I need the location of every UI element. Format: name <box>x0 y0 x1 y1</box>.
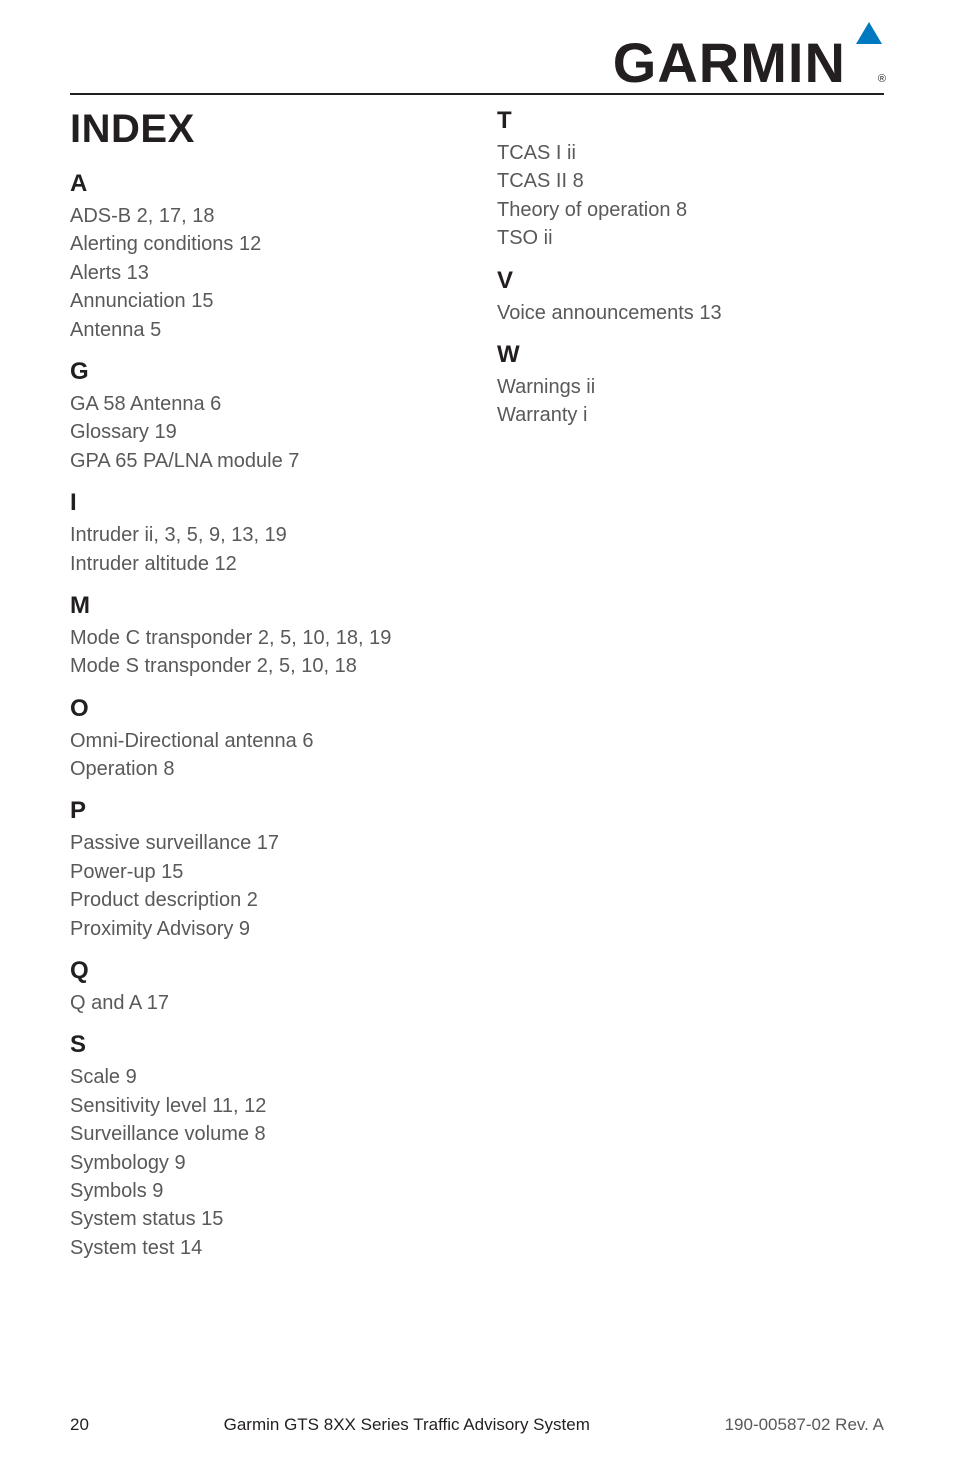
index-entry: Q and A 17 <box>70 989 457 1017</box>
index-group-i: I Intruder ii, 3, 5, 9, 13, 19Intruder al… <box>70 489 457 578</box>
logo-text: GARMIN <box>613 35 846 91</box>
page-number: 20 <box>70 1415 89 1435</box>
index-group-g: G GA 58 Antenna 6Glossary 19GPA 65 PA/LNA… <box>70 358 457 475</box>
index-letter-heading: M <box>70 592 457 620</box>
footer-revision: 190-00587-02 Rev. A <box>725 1415 884 1435</box>
index-group-s: S Scale 9Sensitivity level 11, 12Surveill… <box>70 1031 457 1262</box>
index-letter-heading: P <box>70 797 457 825</box>
index-entry: Sensitivity level 11, 12 <box>70 1092 457 1120</box>
index-letter-heading: V <box>497 267 884 295</box>
index-group-o: O Omni-Directional antenna 6Operation 8 <box>70 695 457 784</box>
index-entry: Warnings ii <box>497 373 884 401</box>
index-entry: Scale 9 <box>70 1063 457 1091</box>
garmin-triangle-icon <box>856 22 882 49</box>
index-letter-heading: G <box>70 358 457 386</box>
index-entry: Alerting conditions 12 <box>70 230 457 258</box>
index-entry: TCAS I ii <box>497 139 884 167</box>
page-footer: 20 Garmin GTS 8XX Series Traffic Advisor… <box>0 1415 954 1435</box>
index-entry: ADS-B 2, 17, 18 <box>70 202 457 230</box>
index-entry: Surveillance volume 8 <box>70 1120 457 1148</box>
footer-title: Garmin GTS 8XX Series Traffic Advisory S… <box>224 1415 590 1435</box>
index-entry: Symbols 9 <box>70 1177 457 1205</box>
index-entry: Alerts 13 <box>70 259 457 287</box>
index-letter-heading: T <box>497 107 884 135</box>
index-entry: Theory of operation 8 <box>497 196 884 224</box>
index-group-p: P Passive surveillance 17Power-up 15Produ… <box>70 797 457 943</box>
index-entry: Proximity Advisory 9 <box>70 915 457 943</box>
page-title: INDEX <box>70 107 457 152</box>
index-group-m: M Mode C transponder 2, 5, 10, 18, 19Mode… <box>70 592 457 681</box>
index-entry: Mode C transponder 2, 5, 10, 18, 19 <box>70 624 457 652</box>
index-entry: Power-up 15 <box>70 858 457 886</box>
garmin-logo: GARMIN ® <box>613 35 884 91</box>
index-entry: Warranty i <box>497 401 884 429</box>
index-group-t: T TCAS I iiTCAS II 8Theory of operation 8… <box>497 107 884 253</box>
index-group-q: Q Q and A 17 <box>70 957 457 1017</box>
index-group-v: V Voice announcements 13 <box>497 267 884 327</box>
index-letter-heading: Q <box>70 957 457 985</box>
index-entry: Glossary 19 <box>70 418 457 446</box>
index-entry: Annunciation 15 <box>70 287 457 315</box>
index-entry: GPA 65 PA/LNA module 7 <box>70 447 457 475</box>
index-letter-heading: W <box>497 341 884 369</box>
index-left-column: INDEX A ADS-B 2, 17, 18Alerting condition… <box>70 107 477 1262</box>
index-letter-heading: O <box>70 695 457 723</box>
index-entry: Product description 2 <box>70 886 457 914</box>
index-entry: Intruder altitude 12 <box>70 550 457 578</box>
header-rule: GARMIN ® <box>70 35 884 95</box>
index-entry: Symbology 9 <box>70 1149 457 1177</box>
index-group-a: A ADS-B 2, 17, 18Alerting conditions 12Al… <box>70 170 457 344</box>
index-entry: System test 14 <box>70 1234 457 1262</box>
registered-mark: ® <box>878 73 886 85</box>
index-entry: GA 58 Antenna 6 <box>70 390 457 418</box>
index-right-column: T TCAS I iiTCAS II 8Theory of operation 8… <box>477 107 884 1262</box>
index-entry: TSO ii <box>497 224 884 252</box>
index-entry: Omni-Directional antenna 6 <box>70 727 457 755</box>
index-letter-heading: I <box>70 489 457 517</box>
index-entry: Passive surveillance 17 <box>70 829 457 857</box>
index-entry: Operation 8 <box>70 755 457 783</box>
index-entry: Antenna 5 <box>70 316 457 344</box>
index-entry: Intruder ii, 3, 5, 9, 13, 19 <box>70 521 457 549</box>
index-group-w: W Warnings iiWarranty i <box>497 341 884 430</box>
index-entry: System status 15 <box>70 1205 457 1233</box>
index-letter-heading: A <box>70 170 457 198</box>
index-entry: Voice announcements 13 <box>497 299 884 327</box>
index-entry: TCAS II 8 <box>497 167 884 195</box>
index-letter-heading: S <box>70 1031 457 1059</box>
index-entry: Mode S transponder 2, 5, 10, 18 <box>70 652 457 680</box>
